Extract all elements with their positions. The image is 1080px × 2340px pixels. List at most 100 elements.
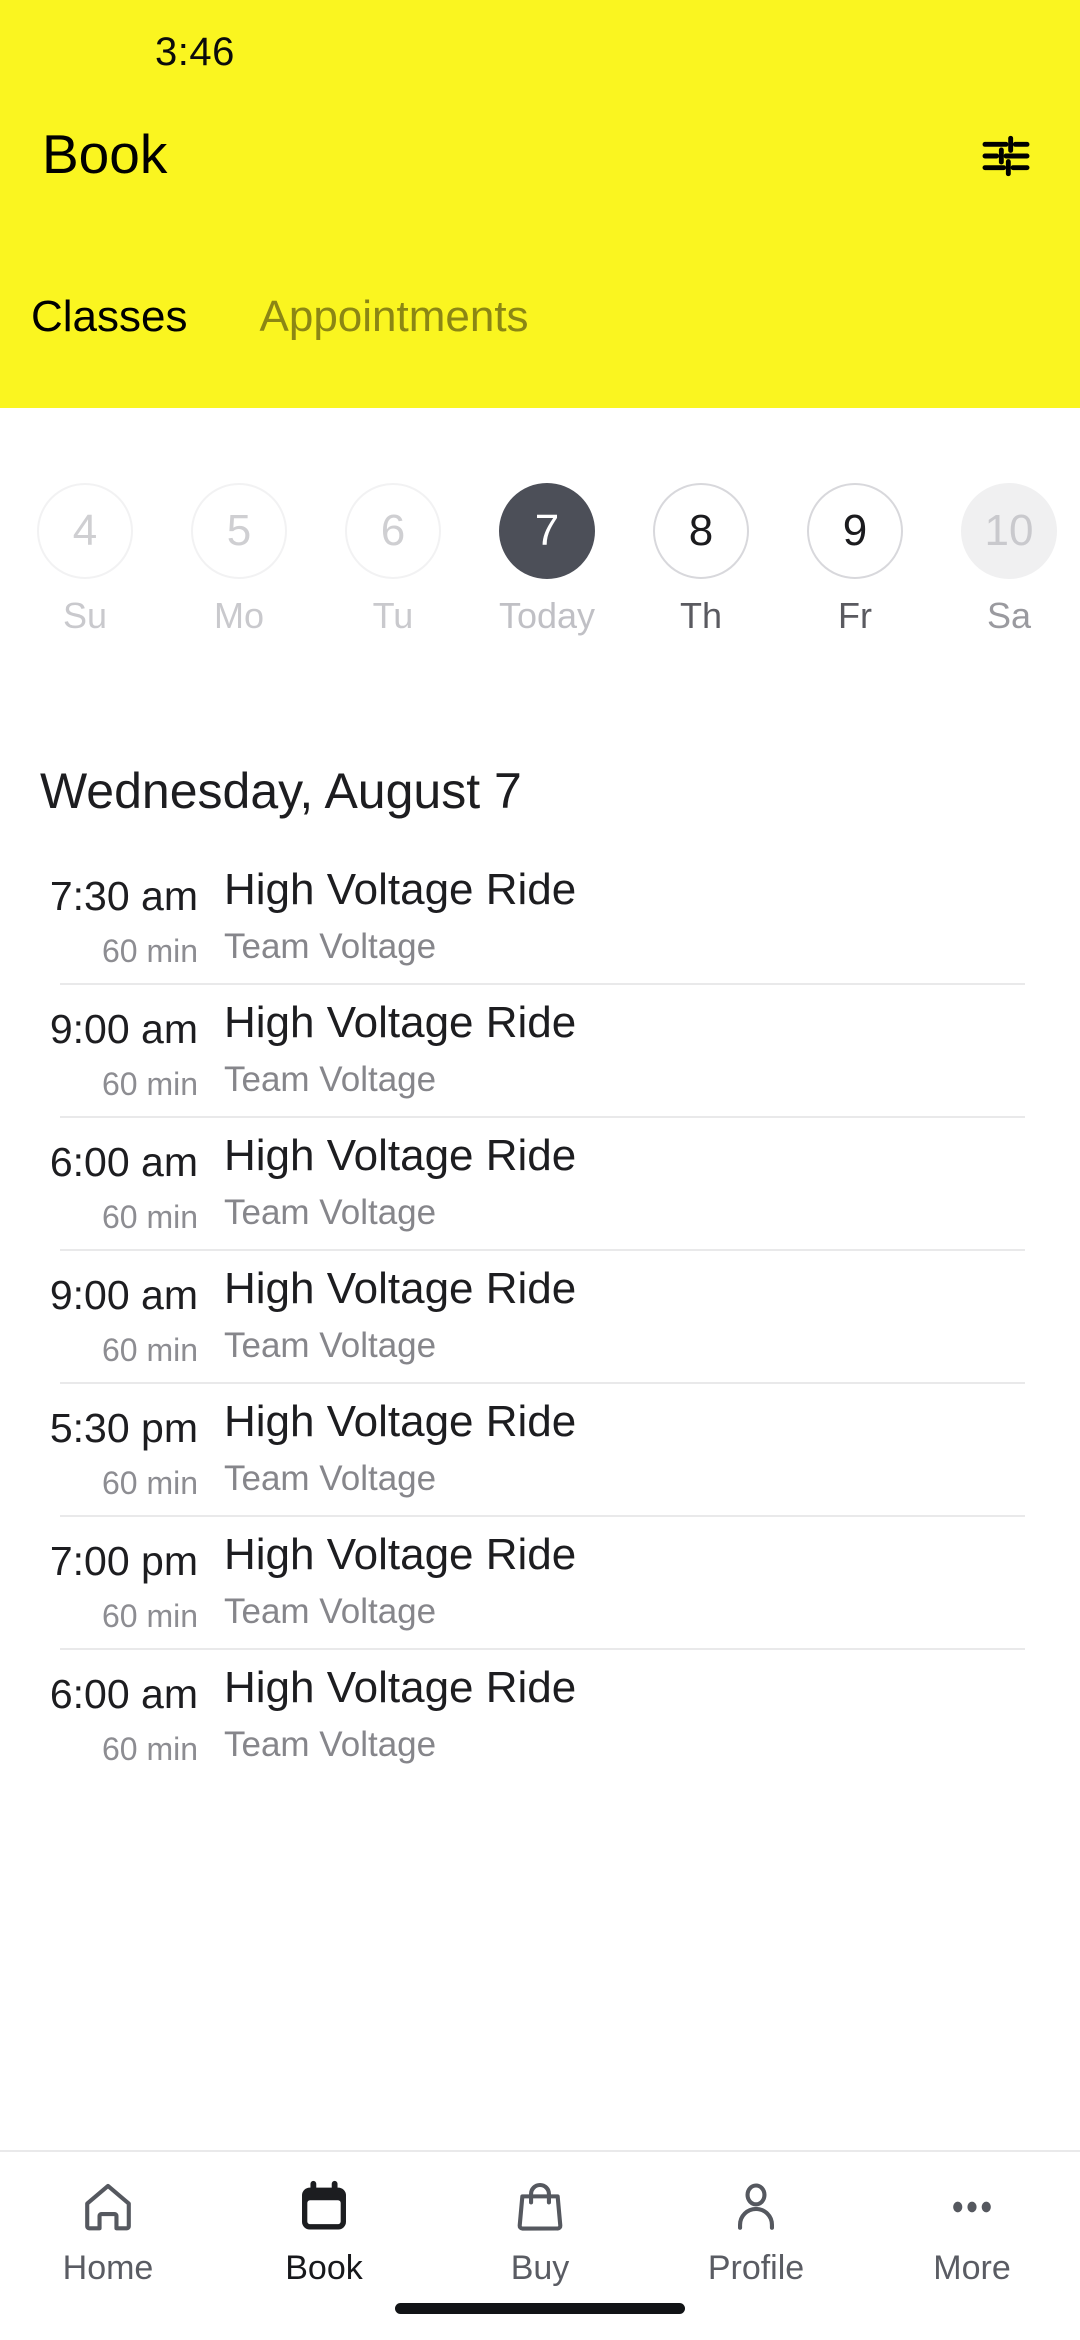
status-bar: 3:46 bbox=[0, 0, 1080, 96]
date-number: 4 bbox=[37, 483, 133, 579]
calendar-icon bbox=[295, 2174, 353, 2240]
class-instructor: Team Voltage bbox=[224, 1060, 437, 1099]
date-cell-9[interactable]: 9 Fr bbox=[778, 408, 932, 637]
date-cell-7-today[interactable]: 7 Today bbox=[470, 408, 624, 637]
class-duration: 60 min bbox=[101, 1332, 198, 1368]
class-time: 7:30 am bbox=[49, 873, 198, 919]
tab-classes[interactable]: Classes bbox=[31, 290, 188, 344]
class-time-column: 9:00 am 60 min bbox=[0, 1249, 198, 1382]
nav-label: Home bbox=[62, 2249, 154, 2287]
class-title: High Voltage Ride bbox=[224, 1530, 577, 1579]
class-list-item[interactable]: 6:00 am 60 min High Voltage Ride Team Vo… bbox=[0, 1116, 1080, 1249]
class-time: 6:00 am bbox=[49, 1139, 198, 1185]
home-icon bbox=[79, 2174, 137, 2240]
class-detail-column: High Voltage Ride Team Voltage bbox=[224, 850, 1060, 983]
class-detail-column: High Voltage Ride Team Voltage bbox=[224, 1648, 1060, 1781]
bottom-navigation: Home Book Buy Profile More bbox=[0, 2150, 1080, 2340]
date-weekday: Tu bbox=[372, 595, 414, 636]
class-time-column: 7:00 pm 60 min bbox=[0, 1515, 198, 1648]
filter-button[interactable] bbox=[968, 118, 1044, 194]
tune-sliders-icon bbox=[978, 128, 1034, 184]
status-bar-clock: 3:46 bbox=[155, 30, 235, 74]
class-detail-column: High Voltage Ride Team Voltage bbox=[224, 1382, 1060, 1515]
date-cell-6[interactable]: 6 Tu bbox=[316, 408, 470, 637]
class-time: 5:30 pm bbox=[49, 1405, 198, 1451]
nav-label: Buy bbox=[510, 2249, 570, 2287]
class-time-column: 6:00 am 60 min bbox=[0, 1648, 198, 1781]
page-title: Book bbox=[42, 123, 168, 185]
date-number: 7 bbox=[499, 483, 595, 579]
class-list-item[interactable]: 9:00 am 60 min High Voltage Ride Team Vo… bbox=[0, 1249, 1080, 1382]
class-time-column: 5:30 pm 60 min bbox=[0, 1382, 198, 1515]
class-detail-column: High Voltage Ride Team Voltage bbox=[224, 1515, 1060, 1648]
class-instructor: Team Voltage bbox=[224, 1725, 437, 1764]
date-number: 6 bbox=[345, 483, 441, 579]
class-instructor: Team Voltage bbox=[224, 1193, 437, 1232]
class-duration: 60 min bbox=[101, 933, 198, 969]
class-instructor: Team Voltage bbox=[224, 927, 437, 966]
class-time: 6:00 am bbox=[49, 1671, 198, 1717]
class-title: High Voltage Ride bbox=[224, 1663, 577, 1712]
class-instructor: Team Voltage bbox=[224, 1326, 437, 1365]
date-number: 10 bbox=[961, 483, 1057, 579]
class-list-item[interactable]: 9:00 am 60 min High Voltage Ride Team Vo… bbox=[0, 983, 1080, 1116]
class-time-column: 9:00 am 60 min bbox=[0, 983, 198, 1116]
class-list: 7:30 am 60 min High Voltage Ride Team Vo… bbox=[0, 850, 1080, 2340]
class-time-column: 6:00 am 60 min bbox=[0, 1116, 198, 1249]
class-detail-column: High Voltage Ride Team Voltage bbox=[224, 1116, 1060, 1249]
date-weekday: Mo bbox=[213, 595, 264, 636]
nav-label: Book bbox=[285, 2249, 363, 2287]
date-weekday: Th bbox=[679, 595, 722, 636]
class-duration: 60 min bbox=[101, 1199, 198, 1235]
nav-item-book[interactable]: Book bbox=[216, 2152, 432, 2288]
date-number: 8 bbox=[653, 483, 749, 579]
class-list-item[interactable]: 7:30 am 60 min High Voltage Ride Team Vo… bbox=[0, 850, 1080, 983]
class-time: 9:00 am bbox=[49, 1006, 198, 1052]
date-weekday: Sa bbox=[986, 595, 1032, 636]
class-time: 9:00 am bbox=[49, 1272, 198, 1318]
app-screen: 3:46 Book Classes Appointments 4 Su 5 Mo… bbox=[0, 0, 1080, 2340]
tab-appointments[interactable]: Appointments bbox=[260, 290, 529, 344]
class-list-item[interactable]: 6:00 am 60 min High Voltage Ride Team Vo… bbox=[0, 1648, 1080, 1781]
date-cell-10[interactable]: 10 Sa bbox=[932, 408, 1080, 637]
yellow-header: 3:46 Book Classes Appointments bbox=[0, 0, 1080, 408]
tab-bar: Classes Appointments bbox=[0, 290, 1080, 380]
date-weekday: Fr bbox=[838, 595, 872, 636]
ellipsis-icon bbox=[943, 2174, 1001, 2240]
date-number: 9 bbox=[807, 483, 903, 579]
class-time: 7:00 pm bbox=[49, 1538, 198, 1584]
class-instructor: Team Voltage bbox=[224, 1592, 437, 1631]
nav-item-more[interactable]: More bbox=[864, 2152, 1080, 2288]
class-duration: 60 min bbox=[101, 1066, 198, 1102]
class-detail-column: High Voltage Ride Team Voltage bbox=[224, 983, 1060, 1116]
home-indicator[interactable] bbox=[395, 2303, 685, 2314]
class-time-column: 7:30 am 60 min bbox=[0, 850, 198, 983]
class-title: High Voltage Ride bbox=[224, 1397, 577, 1446]
class-title: High Voltage Ride bbox=[224, 1131, 577, 1180]
date-weekday: Today bbox=[498, 595, 596, 636]
nav-item-home[interactable]: Home bbox=[0, 2152, 216, 2288]
class-list-item[interactable]: 5:30 pm 60 min High Voltage Ride Team Vo… bbox=[0, 1382, 1080, 1515]
nav-label: Profile bbox=[707, 2249, 805, 2287]
date-strip: 4 Su 5 Mo 6 Tu 7 Today 8 Th 9 Fr 10 Sa bbox=[0, 408, 1080, 718]
date-weekday: Su bbox=[62, 595, 108, 636]
class-duration: 60 min bbox=[101, 1731, 198, 1767]
date-cell-5[interactable]: 5 Mo bbox=[162, 408, 316, 637]
app-bar: Book bbox=[0, 96, 1080, 216]
nav-item-profile[interactable]: Profile bbox=[648, 2152, 864, 2288]
date-cell-8[interactable]: 8 Th bbox=[624, 408, 778, 637]
class-detail-column: High Voltage Ride Team Voltage bbox=[224, 1249, 1060, 1382]
person-icon bbox=[727, 2174, 785, 2240]
class-instructor: Team Voltage bbox=[224, 1459, 437, 1498]
class-title: High Voltage Ride bbox=[224, 1264, 577, 1313]
class-duration: 60 min bbox=[101, 1465, 198, 1501]
day-heading: Wednesday, August 7 bbox=[40, 763, 522, 819]
nav-item-buy[interactable]: Buy bbox=[432, 2152, 648, 2288]
date-number: 5 bbox=[191, 483, 287, 579]
class-title: High Voltage Ride bbox=[224, 998, 577, 1047]
shopping-bag-icon bbox=[511, 2174, 569, 2240]
class-duration: 60 min bbox=[101, 1598, 198, 1634]
class-title: High Voltage Ride bbox=[224, 865, 577, 914]
class-list-item[interactable]: 7:00 pm 60 min High Voltage Ride Team Vo… bbox=[0, 1515, 1080, 1648]
date-cell-4[interactable]: 4 Su bbox=[8, 408, 162, 637]
